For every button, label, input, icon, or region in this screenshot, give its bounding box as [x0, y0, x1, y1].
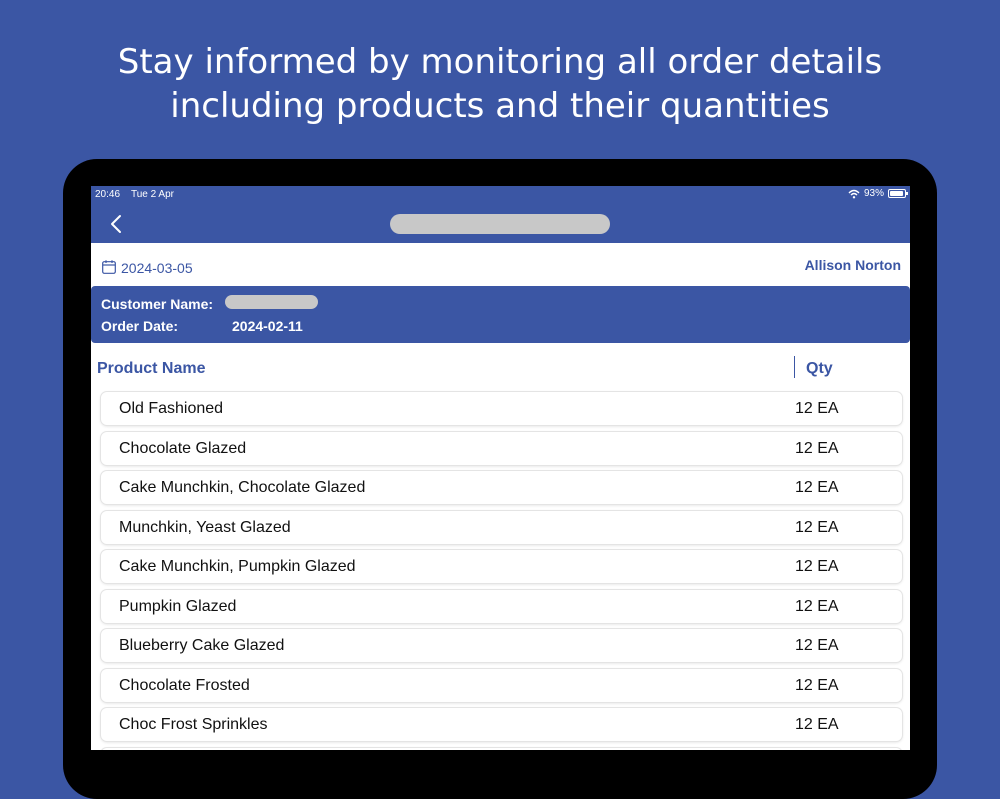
navigation-bar: 20:46 Tue 2 Apr 93%	[91, 186, 910, 243]
date-bar: 2024-03-05 Allison Norton	[91, 243, 910, 285]
wifi-icon	[848, 189, 860, 198]
order-date-value: 2024-02-11	[232, 318, 303, 334]
promo-headline: Stay informed by monitoring all order de…	[0, 40, 1000, 128]
product-qty: 12 EA	[795, 518, 839, 536]
product-name: Chocolate Frosted	[119, 676, 250, 694]
product-row[interactable]: Cake Munchkin, Chocolate Glazed 12 EA	[101, 471, 902, 504]
product-qty: 12 EA	[795, 558, 839, 575]
column-header-product: Product Name	[97, 360, 206, 377]
product-name: Blueberry Cake Glazed	[119, 637, 285, 654]
product-qty: 12 EA	[795, 676, 839, 694]
chevron-left-icon[interactable]	[109, 213, 123, 235]
product-name: Cake Munchkin, Chocolate Glazed	[119, 479, 366, 496]
product-row[interactable]: Pumpkin Glazed 12 EA	[101, 589, 902, 623]
product-row[interactable]: Old Fashioned 12 EA	[101, 392, 902, 425]
customer-name-label: Customer Name:	[101, 296, 214, 312]
redacted-customer-name	[225, 295, 318, 309]
app-screen: 20:46 Tue 2 Apr 93% 2024-03-05 Allison N…	[91, 186, 910, 750]
column-header-qty: Qty	[806, 360, 833, 377]
order-summary-card: Customer Name: Order Date: 2024-02-11	[91, 286, 910, 343]
selected-date[interactable]: 2024-03-05	[121, 260, 193, 276]
product-name: Pumpkin Glazed	[119, 597, 237, 615]
status-indicators: 93%	[848, 188, 908, 199]
product-name: Munchkin, Yeast Glazed	[119, 518, 291, 536]
product-qty: 12 EA	[795, 597, 839, 615]
headline-line-2: including products and their quantities	[170, 86, 830, 126]
product-name: Choc Frost Sprinkles	[119, 716, 268, 733]
product-qty: 12 EA	[795, 400, 839, 417]
product-row[interactable]: Choc Frost Sprinkles 12 EA	[101, 708, 902, 741]
headline-line-1: Stay informed by monitoring all order de…	[117, 42, 883, 82]
product-qty: 12 EA	[795, 716, 839, 733]
product-qty: 12 EA	[795, 439, 839, 457]
product-qty: 12 EA	[795, 637, 839, 654]
product-name: Cake Munchkin, Pumpkin Glazed	[119, 558, 356, 575]
product-row[interactable]: Munchkin, Yeast Glazed 12 EA	[101, 510, 902, 544]
user-name: Allison Norton	[804, 257, 901, 273]
product-name: Chocolate Glazed	[119, 439, 247, 457]
status-date: Tue 2 Apr	[131, 189, 174, 200]
product-row[interactable]: Cake Munchkin, Pumpkin Glazed 12 EA	[101, 550, 902, 583]
column-divider	[794, 356, 795, 378]
product-row[interactable]: Chocolate Glazed 12 EA	[101, 431, 902, 465]
status-time: 20:46	[95, 189, 121, 200]
product-name: Old Fashioned	[119, 400, 224, 417]
battery-percent: 93%	[863, 188, 884, 199]
order-date-label: Order Date:	[101, 318, 179, 334]
product-row[interactable]: Blueberry Cake Glazed 12 EA	[101, 629, 902, 662]
battery-icon	[888, 189, 908, 198]
calendar-icon	[102, 260, 116, 274]
table-header: Product Name Qty	[91, 354, 910, 384]
product-row[interactable]: Chocolate Frosted 12 EA	[101, 668, 902, 702]
redacted-title	[390, 214, 610, 234]
product-qty: 12 EA	[795, 479, 839, 496]
product-list: Old Fashioned 12 EA Chocolate Glazed 12 …	[101, 392, 902, 750]
